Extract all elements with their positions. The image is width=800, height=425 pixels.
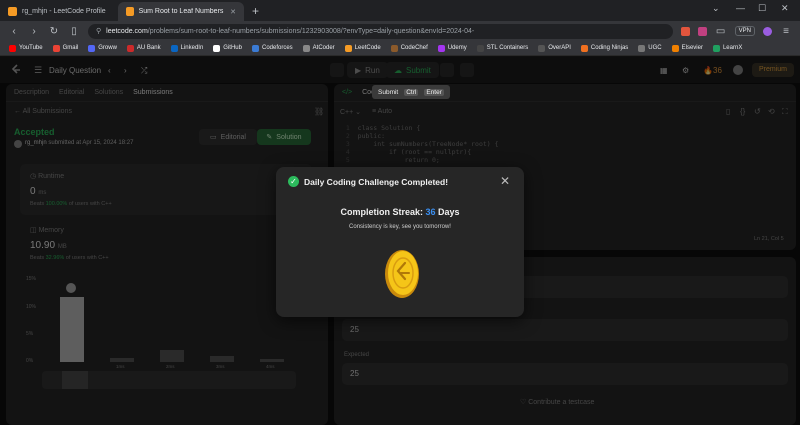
- browser-tab-profile[interactable]: rg_mhjn - LeetCode Profile: [0, 2, 118, 21]
- bookmark-learnx[interactable]: LearnX: [708, 44, 747, 52]
- url-domain: leetcode.com: [106, 27, 148, 35]
- profile-avatar[interactable]: [763, 26, 772, 36]
- brave-rewards-icon[interactable]: [697, 26, 707, 36]
- bookmark-favicon-icon: [126, 44, 134, 52]
- bookmark-favicon-icon: [251, 44, 259, 52]
- bookmark-label: OverAPI: [548, 45, 571, 51]
- modal-title: Daily Coding Challenge Completed!: [304, 177, 449, 187]
- bookmark-label: STL Containers: [486, 45, 529, 51]
- vpn-button[interactable]: VPN: [734, 26, 755, 36]
- bookmark-favicon-icon: [712, 44, 720, 52]
- bookmark-favicon-icon: [302, 44, 310, 52]
- submit-tooltip: Submit Ctrl Enter: [372, 85, 450, 99]
- bookmark-codeforces[interactable]: Codeforces: [247, 44, 298, 52]
- bookmark-favicon-icon: [9, 44, 16, 52]
- bookmark-favicon-icon: [476, 44, 484, 52]
- bookmark-label: LearnX: [722, 45, 743, 51]
- bookmark-youtube[interactable]: YouTube: [4, 44, 48, 52]
- bookmark-favicon-icon: [170, 44, 178, 52]
- bookmark-label: YouTube: [19, 45, 43, 51]
- bookmark-linkedin[interactable]: LinkedIn: [166, 44, 209, 52]
- brave-shield-icon[interactable]: [680, 26, 690, 36]
- bookmark-label: CodeChef: [400, 45, 428, 51]
- bookmark-elsevier[interactable]: Elsevier: [667, 44, 708, 52]
- screen: rg_mhjn - LeetCode Profile Sum Root to L…: [0, 0, 800, 425]
- bookmark-favicon-icon: [538, 44, 546, 52]
- tab-label: rg_mhjn - LeetCode Profile: [22, 8, 106, 15]
- bookmark-icon[interactable]: ▯: [68, 26, 80, 37]
- leetcode-favicon: [126, 7, 134, 16]
- bookmark-label: Codeforces: [261, 45, 293, 51]
- bookmark-leetcode[interactable]: LeetCode: [340, 44, 386, 52]
- leetcode-coin-icon: [385, 250, 419, 298]
- back-icon[interactable]: ‹: [8, 26, 20, 37]
- bookmark-stl-containers[interactable]: STL Containers: [472, 44, 533, 52]
- close-icon[interactable]: ✕: [500, 174, 510, 188]
- leetcode-favicon: [8, 7, 17, 16]
- bookmark-coding-ninjas[interactable]: Coding Ninjas: [576, 44, 633, 52]
- tab-label: Sum Root to Leaf Numbers - Lee: [138, 8, 226, 15]
- bookmark-favicon-icon: [52, 44, 60, 52]
- bookmark-label: LeetCode: [354, 45, 381, 51]
- bookmark-label: LinkedIn: [180, 45, 204, 51]
- bookmarks-bar: YouTube Gmail Groww AU Bank LinkedIn GitHub Co…: [0, 41, 800, 56]
- bookmark-atcoder[interactable]: AtCoder: [298, 44, 340, 52]
- bookmark-codechef[interactable]: CodeChef: [386, 44, 433, 52]
- new-tab-button[interactable]: +: [244, 2, 267, 21]
- bookmark-label: AtCoder: [312, 45, 335, 51]
- bookmark-label: Elsevier: [681, 45, 703, 51]
- bookmark-label: GitHub: [223, 45, 242, 51]
- url-path: /problems/sum-root-to-leaf-numbers/submi…: [147, 27, 475, 35]
- bookmark-favicon-icon: [88, 44, 96, 52]
- browser-tab-bar: rg_mhjn - LeetCode Profile Sum Root to L…: [0, 0, 800, 21]
- url-input[interactable]: ⚲ leetcode.com/problems/sum-root-to-leaf…: [88, 23, 673, 39]
- sidebar-icon[interactable]: ▭: [715, 26, 727, 37]
- bookmark-favicon-icon: [437, 44, 445, 52]
- bookmark-ugc[interactable]: UGC: [633, 44, 666, 52]
- bookmark-favicon-icon: [213, 44, 221, 52]
- bookmark-overapi[interactable]: OverAPI: [533, 44, 576, 52]
- tab-search-icon[interactable]: ⌄: [712, 3, 720, 14]
- bookmark-label: Coding Ninjas: [590, 45, 629, 51]
- completion-streak: Completion Streak: 36 Days: [340, 207, 460, 217]
- browser-tab-problem[interactable]: Sum Root to Leaf Numbers - Lee ✕: [118, 2, 244, 21]
- site-info-icon[interactable]: ⚲: [96, 27, 101, 35]
- bookmark-label: UGC: [648, 45, 662, 51]
- bookmark-favicon-icon: [390, 44, 398, 52]
- bookmark-github[interactable]: GitHub: [208, 44, 247, 52]
- minimize-icon[interactable]: —: [736, 3, 745, 13]
- bookmark-label: Udemy: [447, 45, 467, 51]
- forward-icon[interactable]: ›: [28, 26, 40, 37]
- bookmark-udemy[interactable]: Udemy: [433, 44, 472, 52]
- close-tab-icon[interactable]: ✕: [230, 8, 236, 16]
- bookmark-groww[interactable]: Groww: [83, 44, 122, 52]
- address-bar-row: ‹ › ↻ ▯ ⚲ leetcode.com/problems/sum-root…: [0, 21, 800, 41]
- bookmark-au-bank[interactable]: AU Bank: [122, 44, 166, 52]
- bookmark-label: AU Bank: [136, 45, 161, 51]
- reload-icon[interactable]: ↻: [48, 26, 60, 37]
- maximize-icon[interactable]: ☐: [758, 3, 766, 14]
- modal-subtitle: Consistency is key, see you tomorrow!: [349, 224, 451, 230]
- bookmark-label: Gmail: [62, 45, 79, 51]
- bookmark-favicon-icon: [580, 44, 588, 52]
- daily-challenge-modal: ✓ Daily Coding Challenge Completed! ✕ Co…: [276, 167, 524, 317]
- bookmark-gmail[interactable]: Gmail: [48, 44, 84, 52]
- menu-icon[interactable]: ≡: [780, 26, 792, 37]
- close-window-icon[interactable]: ✕: [781, 3, 789, 14]
- bookmark-favicon-icon: [638, 44, 646, 52]
- check-circle-icon: ✓: [288, 176, 299, 187]
- bookmark-label: Groww: [98, 45, 117, 51]
- bookmark-favicon-icon: [344, 44, 352, 52]
- bookmark-favicon-icon: [671, 44, 679, 52]
